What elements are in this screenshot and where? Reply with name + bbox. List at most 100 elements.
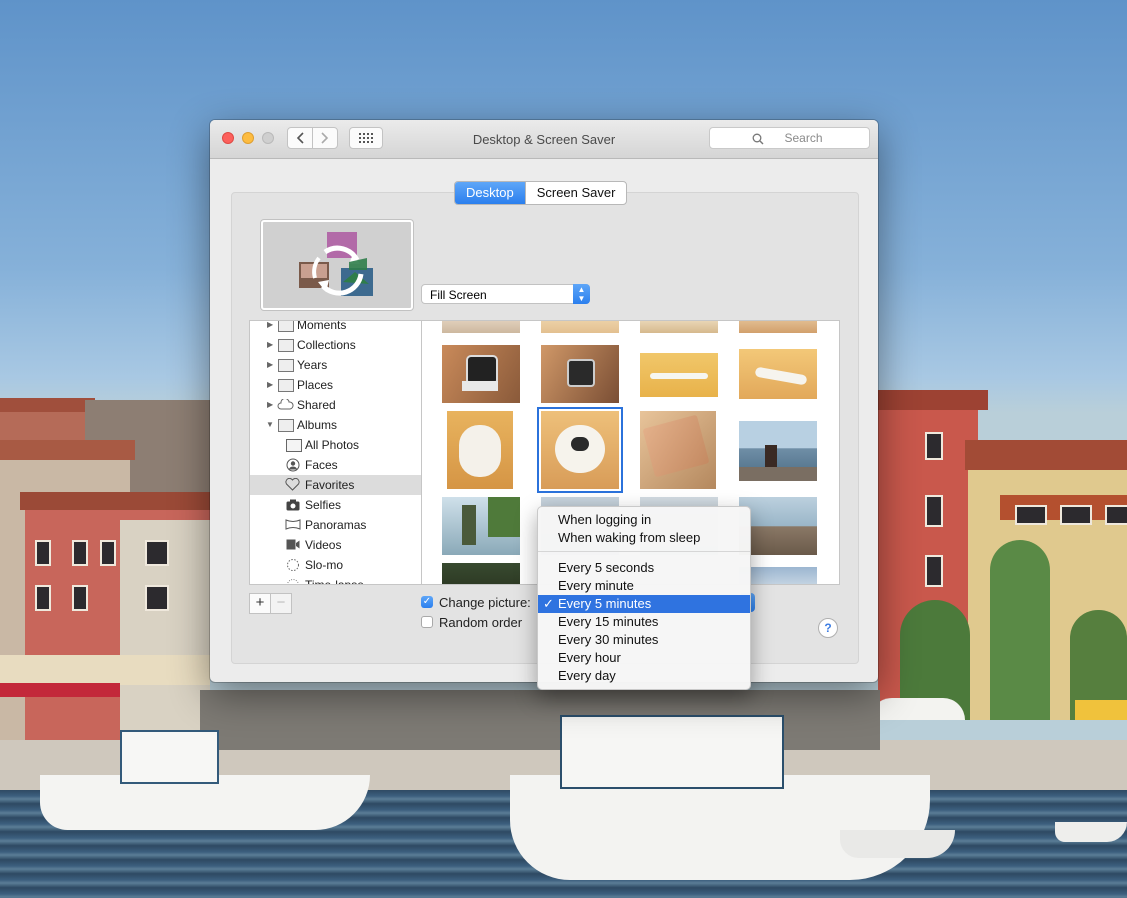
source-list[interactable]: ▶ Moments ▶ Collections ▶ Years ▶ Places… <box>249 320 423 585</box>
search-field[interactable] <box>709 127 885 149</box>
picture-thumbnail[interactable] <box>442 345 520 403</box>
roof <box>20 492 210 510</box>
disclosure-triangle-icon[interactable]: ▶ <box>267 395 273 415</box>
menu-item-every-15-minutes[interactable]: Every 15 minutes <box>538 613 750 631</box>
updown-arrows-icon: ▲ ▼ <box>573 284 590 304</box>
sidebar-item-selfies[interactable]: Selfies <box>250 495 422 515</box>
random-order-checkbox[interactable]: Random order <box>421 615 522 630</box>
menu-item-every-hour[interactable]: Every hour <box>538 649 750 667</box>
menu-item-every-minute[interactable]: Every minute <box>538 577 750 595</box>
picture-thumbnail[interactable] <box>640 321 718 333</box>
checkmark-icon[interactable]: ✓ <box>421 596 433 608</box>
rotating-photos-icon <box>299 232 373 296</box>
menu-item-every-5-seconds[interactable]: Every 5 seconds <box>538 559 750 577</box>
photos-icon <box>286 439 302 452</box>
add-folder-button[interactable]: + <box>249 593 271 614</box>
window-pane <box>925 555 943 587</box>
menu-item-every-5-minutes[interactable]: ✓ Every 5 minutes <box>538 595 750 613</box>
menu-item-when-logging-in[interactable]: When logging in <box>538 511 750 529</box>
window-pane <box>72 540 88 566</box>
desktop-preview <box>261 220 413 310</box>
sidebar-item-places[interactable]: ▶ Places <box>250 375 422 395</box>
sidebar-item-label: Years <box>297 358 328 372</box>
boat <box>840 830 955 858</box>
sidebar-item-albums[interactable]: ▼ Albums <box>250 415 422 435</box>
folder-icon <box>278 379 294 392</box>
sidebar-item-label: Favorites <box>305 478 355 492</box>
sidebar-item-label: Time-lapse <box>305 578 364 585</box>
random-order-label: Random order <box>439 615 523 630</box>
sidebar-item-videos[interactable]: Videos <box>250 535 422 555</box>
search-input[interactable] <box>710 130 885 146</box>
window-pane <box>145 540 169 566</box>
timelapse-icon <box>287 579 299 584</box>
tree <box>990 540 1050 720</box>
sidebar-item-shared[interactable]: ▶ Shared <box>250 395 422 415</box>
window-pane <box>1060 505 1092 525</box>
picture-thumbnail[interactable] <box>739 321 817 333</box>
sidebar-item-faces[interactable]: Faces <box>250 455 422 475</box>
sidebar-item-label: Panoramas <box>305 518 367 532</box>
change-picture-checkbox[interactable]: ✓ Change picture: <box>421 595 531 610</box>
sidebar-item-years[interactable]: ▶ Years <box>250 355 422 375</box>
sidebar-item-label: Albums <box>297 418 338 432</box>
interval-menu[interactable]: When logging in When waking from sleep E… <box>537 506 751 690</box>
tab-screen-saver[interactable]: Screen Saver <box>524 182 627 204</box>
picture-thumbnail[interactable] <box>739 421 817 481</box>
sidebar-item-panoramas[interactable]: Panoramas <box>250 515 422 535</box>
disclosure-triangle-open-icon[interactable]: ▼ <box>266 415 274 435</box>
menu-item-label: Every 5 minutes <box>558 596 652 611</box>
boat <box>1055 822 1127 842</box>
picture-thumbnail[interactable] <box>442 321 520 333</box>
sidebar-item-label: Videos <box>305 538 342 552</box>
checkbox-empty-icon[interactable] <box>421 616 433 628</box>
disclosure-triangle-icon[interactable]: ▶ <box>267 375 273 395</box>
cloud-icon <box>277 399 294 410</box>
menu-item-every-30-minutes[interactable]: Every 30 minutes <box>538 631 750 649</box>
roof <box>878 390 988 410</box>
panorama-icon <box>285 519 301 530</box>
sidebar-item-moments[interactable]: ▶ Moments <box>250 320 422 335</box>
window-pane <box>925 432 943 460</box>
disclosure-triangle-icon[interactable]: ▶ <box>267 321 273 335</box>
sidebar-item-label: Moments <box>297 320 347 332</box>
sidebar-item-all-photos[interactable]: All Photos <box>250 435 422 455</box>
heart-icon <box>285 478 300 491</box>
boat-cabin <box>120 730 219 784</box>
picture-thumbnail[interactable] <box>447 411 513 489</box>
change-picture-label: Change picture: <box>439 595 531 610</box>
menu-item-every-day[interactable]: Every day <box>538 667 750 685</box>
menu-item-when-waking[interactable]: When waking from sleep <box>538 529 750 547</box>
picture-thumbnail[interactable] <box>541 321 619 333</box>
window-pane <box>35 540 51 566</box>
awning <box>1075 700 1127 720</box>
picture-thumbnail[interactable] <box>442 563 520 584</box>
sidebar-item-favorites[interactable]: Favorites <box>250 475 422 495</box>
picture-thumbnail[interactable] <box>640 411 716 489</box>
window-pane <box>100 540 116 566</box>
picture-thumbnail[interactable] <box>541 345 619 403</box>
folder-add-remove: + − <box>249 593 292 614</box>
picture-thumbnail[interactable] <box>442 497 520 555</box>
picture-thumbnail[interactable] <box>640 353 718 397</box>
sidebar-item-time-lapse[interactable]: Time-lapse <box>250 575 422 585</box>
folder-icon <box>278 321 294 332</box>
picture-thumbnail[interactable] <box>739 349 817 399</box>
disclosure-triangle-icon[interactable]: ▶ <box>267 335 273 355</box>
window-pane <box>35 585 51 611</box>
window-pane <box>1105 505 1127 525</box>
awning <box>0 655 210 685</box>
disclosure-triangle-icon[interactable]: ▶ <box>267 355 273 375</box>
menu-separator <box>538 551 750 552</box>
picture-thumbnail-selected[interactable] <box>537 407 623 493</box>
sidebar-item-label: Faces <box>305 458 338 472</box>
help-button[interactable]: ? <box>818 618 838 638</box>
sidebar-item-slo-mo[interactable]: Slo-mo <box>250 555 422 575</box>
tab-desktop[interactable]: Desktop <box>455 182 525 204</box>
sidebar-item-collections[interactable]: ▶ Collections <box>250 335 422 355</box>
tab-control: Desktop Screen Saver <box>454 181 628 205</box>
title-bar[interactable]: Desktop & Screen Saver <box>210 120 885 159</box>
remove-folder-button[interactable]: − <box>271 593 292 614</box>
fit-mode-popup[interactable]: Fill Screen ▲ ▼ <box>421 284 590 304</box>
window-pane <box>1015 505 1047 525</box>
